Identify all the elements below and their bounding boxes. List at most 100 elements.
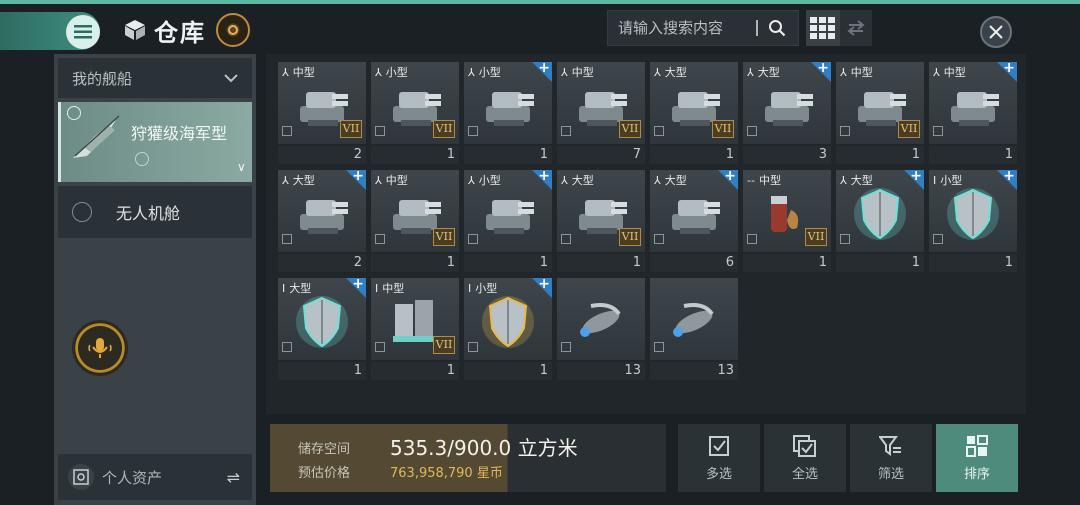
storage-space-value: 535.3/900.0 立方米 bbox=[390, 436, 578, 460]
inventory-item[interactable]: 13 bbox=[557, 278, 645, 380]
inventory-item[interactable]: I 小型 +1 bbox=[464, 278, 552, 380]
search-icon[interactable] bbox=[764, 15, 790, 41]
item-size-text: 中型 bbox=[385, 174, 408, 187]
select-all-button[interactable]: 全选 bbox=[764, 424, 846, 492]
tech-level-badge: VII bbox=[805, 228, 827, 246]
item-lock-icon bbox=[654, 126, 664, 136]
drone-icon bbox=[673, 303, 714, 337]
item-lock-icon bbox=[282, 126, 292, 136]
inventory-item[interactable]: ⅄ 大型 +1 bbox=[836, 170, 924, 272]
inventory-item[interactable]: ⅄ 大型 +2 bbox=[278, 170, 366, 272]
multi-select-button[interactable]: 多选 bbox=[678, 424, 760, 492]
sort-label: 排序 bbox=[963, 466, 990, 482]
item-size-text: 中型 bbox=[382, 282, 405, 295]
drone-icon bbox=[580, 303, 621, 337]
inventory-item[interactable]: ⅄ 中型 +1 bbox=[929, 62, 1017, 164]
slot-type-icon: ⅄ bbox=[282, 65, 289, 79]
item-size-text: 小型 bbox=[475, 282, 498, 295]
item-lock-icon bbox=[561, 342, 571, 352]
item-tile: I 小型 + bbox=[464, 278, 552, 360]
item-lock-icon bbox=[282, 234, 292, 244]
plus-badge-icon: + bbox=[346, 278, 366, 298]
close-icon bbox=[989, 25, 1003, 39]
slot-type-icon: ⅄ bbox=[282, 173, 289, 187]
search-bar bbox=[607, 10, 799, 46]
slot-type-icon: I bbox=[375, 281, 379, 295]
item-size-label: ⅄ 小型 bbox=[468, 172, 501, 188]
item-quantity: 1 bbox=[557, 254, 645, 272]
item-tile: ⅄ 大型 VII bbox=[650, 62, 738, 144]
swap-icon[interactable] bbox=[840, 10, 872, 46]
inventory-item[interactable]: I 小型 +1 bbox=[929, 170, 1017, 272]
personal-assets-button[interactable]: 个人资产 ⇌ bbox=[58, 454, 252, 500]
inventory-item[interactable]: -- 中型 VII 1 bbox=[743, 170, 831, 272]
inventory-item[interactable]: ⅄ 小型 VII 1 bbox=[371, 62, 459, 164]
item-size-label: ⅄ 大型 bbox=[561, 172, 594, 188]
estimated-price-value: 763,958,790 星币 bbox=[390, 466, 503, 481]
item-lock-icon bbox=[375, 126, 385, 136]
inventory-item[interactable]: ⅄ 小型 +1 bbox=[464, 62, 552, 164]
inventory-item[interactable]: ⅄ 大型 VII 1 bbox=[557, 170, 645, 272]
inventory-item[interactable]: ⅄ 大型 +3 bbox=[743, 62, 831, 164]
inventory-item[interactable]: I 中型 VII 1 bbox=[371, 278, 459, 380]
check-all-icon bbox=[793, 434, 816, 457]
search-divider bbox=[756, 20, 758, 36]
item-quantity: 1 bbox=[836, 254, 924, 272]
search-input[interactable] bbox=[608, 19, 756, 37]
slot-type-icon: ⅄ bbox=[375, 173, 382, 187]
drone-bay-item[interactable]: 无人机舱 bbox=[58, 186, 252, 238]
item-quantity: 1 bbox=[836, 146, 924, 164]
item-tile: ⅄ 大型 + bbox=[278, 170, 366, 252]
item-lock-icon bbox=[561, 126, 571, 136]
item-quantity: 1 bbox=[371, 254, 459, 272]
title-group: 仓库 bbox=[124, 12, 206, 48]
voice-chat-button[interactable] bbox=[72, 320, 128, 376]
item-lock-icon bbox=[468, 342, 478, 352]
personal-assets-label: 个人资产 bbox=[102, 468, 163, 487]
item-tile: -- 中型 VII bbox=[743, 170, 831, 252]
inventory-item[interactable]: I 大型 +1 bbox=[278, 278, 366, 380]
inventory-item[interactable]: ⅄ 大型 VII 1 bbox=[650, 62, 738, 164]
inventory-item[interactable]: ⅄ 大型 +6 bbox=[650, 170, 738, 272]
item-lock-icon bbox=[375, 342, 385, 352]
inventory-item[interactable]: ⅄ 中型 VII 1 bbox=[371, 170, 459, 272]
inventory-item[interactable]: 13 bbox=[650, 278, 738, 380]
tech-level-badge: VII bbox=[619, 228, 641, 246]
tech-level-badge: VII bbox=[619, 120, 641, 138]
switch-arrows-icon[interactable]: ⇌ bbox=[227, 468, 240, 487]
plus-badge-icon: + bbox=[532, 170, 552, 190]
tech-level-badge: VII bbox=[898, 120, 920, 138]
plus-badge-icon: + bbox=[718, 170, 738, 190]
location-button[interactable] bbox=[216, 13, 250, 47]
item-quantity: 1 bbox=[464, 146, 552, 164]
inventory-item[interactable]: ⅄ 中型 VII 2 bbox=[278, 62, 366, 164]
item-tile bbox=[650, 278, 738, 360]
select-all-label: 全选 bbox=[791, 466, 818, 482]
ship-section-header[interactable]: 我的舰船 bbox=[58, 58, 252, 98]
grid-view-icon[interactable] bbox=[806, 10, 840, 46]
filter-icon bbox=[879, 435, 901, 456]
item-tile: I 大型 + bbox=[278, 278, 366, 360]
ship-card[interactable]: 狩獾级海军型 ∨ bbox=[58, 102, 252, 182]
tech-level-badge: VII bbox=[433, 120, 455, 138]
inventory-item[interactable]: ⅄ 小型 +1 bbox=[464, 170, 552, 272]
chevron-down-icon[interactable]: ∨ bbox=[237, 160, 246, 174]
slot-type-icon: ⅄ bbox=[840, 173, 847, 187]
item-tile: ⅄ 大型 + bbox=[743, 62, 831, 144]
item-size-label: -- 中型 bbox=[747, 172, 781, 188]
menu-button[interactable] bbox=[66, 15, 100, 49]
ship-icon bbox=[73, 115, 120, 158]
inventory-item[interactable]: ⅄ 中型 VII 7 bbox=[557, 62, 645, 164]
inventory-item[interactable]: ⅄ 中型 VII 1 bbox=[836, 62, 924, 164]
item-lock-icon bbox=[840, 234, 850, 244]
close-button[interactable] bbox=[980, 16, 1012, 48]
item-lock-icon bbox=[468, 126, 478, 136]
shield-icon bbox=[854, 188, 906, 240]
slot-type-icon: ⅄ bbox=[561, 173, 568, 187]
filter-button[interactable]: 筛选 bbox=[850, 424, 932, 492]
sort-button[interactable]: 排序 bbox=[936, 424, 1018, 492]
item-lock-icon bbox=[561, 234, 571, 244]
plus-badge-icon: + bbox=[346, 170, 366, 190]
slot-type-icon: ⅄ bbox=[468, 65, 475, 79]
multi-select-label: 多选 bbox=[705, 466, 732, 482]
